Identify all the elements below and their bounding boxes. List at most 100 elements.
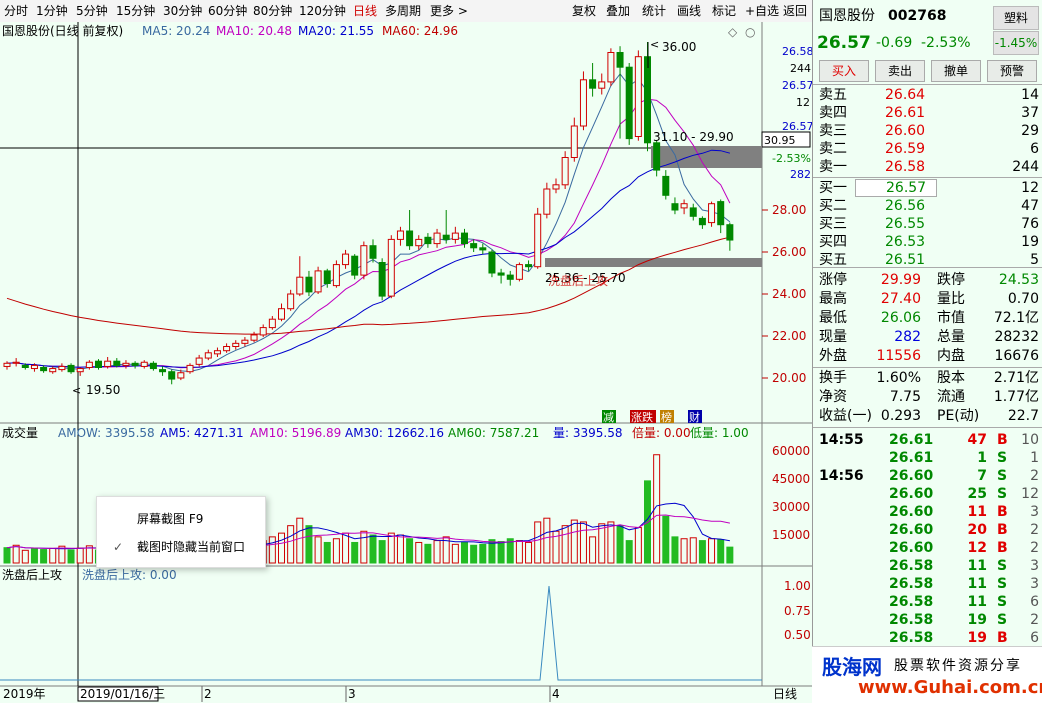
fin-value: 22.7 — [1007, 408, 1039, 424]
watermark-slogan: 股票软件资源分享 — [894, 658, 1022, 674]
tick-side: B — [997, 522, 1008, 538]
period-fenshi[interactable]: 分时 — [4, 3, 28, 19]
candle-body — [671, 203, 679, 211]
candle-body — [67, 364, 75, 373]
vol-tick: 60000 — [772, 444, 810, 458]
fin-value: 1.77亿 — [993, 389, 1039, 405]
period-daily[interactable]: 日线 — [353, 3, 377, 19]
candle-body — [717, 201, 725, 226]
period-5min[interactable]: 5分钟 — [76, 3, 108, 19]
alert-button[interactable]: 预警 — [987, 60, 1037, 82]
tag-rank[interactable]: 榜 — [661, 410, 672, 424]
overlay-button[interactable]: 叠加 — [606, 3, 630, 19]
candle-body — [378, 262, 386, 297]
period-multi[interactable]: 多周期 — [385, 3, 421, 19]
axis-price: 26.57 — [782, 120, 812, 133]
candle-body — [406, 230, 414, 247]
tick-price: 26.58 — [889, 612, 934, 628]
add-watchlist-button[interactable]: +自选 — [745, 3, 779, 19]
candle-body — [76, 368, 84, 373]
kline-chart-area[interactable]: 国恩股份(日线 前复权) MA5: 20.24 MA10: 20.48 MA20… — [0, 22, 812, 702]
fuquan-button[interactable]: 复权 — [572, 3, 596, 19]
volume-bar — [396, 534, 404, 564]
volume-bar — [515, 540, 523, 564]
diamond-icon[interactable]: ◇ — [728, 25, 738, 39]
volume-bar — [680, 538, 688, 564]
candle-body — [159, 369, 167, 373]
stat-value: 72.1亿 — [993, 310, 1039, 326]
sector-button[interactable]: 塑料 — [993, 6, 1039, 30]
candle-body — [625, 66, 633, 140]
volume-bar — [570, 519, 578, 564]
ask-level-label: 卖四 — [819, 105, 847, 121]
tick-price: 26.60 — [889, 540, 934, 556]
period-80min[interactable]: 80分钟 — [253, 3, 292, 19]
settings-circle-icon[interactable]: ○ — [745, 25, 755, 39]
period-more[interactable]: 更多 > — [430, 3, 468, 19]
signal-label: 洗盘后上攻 — [548, 273, 608, 288]
cancel-order-button[interactable]: 撤单 — [931, 60, 981, 82]
volume-bar — [534, 521, 542, 564]
draw-button[interactable]: 画线 — [677, 3, 701, 19]
stock-code: 002768 — [888, 8, 947, 24]
tag-finance[interactable]: 财 — [689, 410, 700, 424]
candle-body — [168, 371, 176, 380]
candle-body — [387, 238, 395, 297]
volume-bar — [30, 548, 38, 564]
fin-value: 2.71亿 — [993, 370, 1039, 386]
stat-value: 24.53 — [998, 272, 1039, 288]
candle-body — [204, 352, 212, 359]
period-30min[interactable]: 30分钟 — [163, 3, 202, 19]
tag-reduce[interactable]: 减 — [603, 411, 614, 424]
volume-bar — [387, 532, 395, 564]
back-button[interactable]: 返回 — [783, 3, 807, 19]
candle-body — [140, 361, 148, 367]
tick-side: S — [997, 450, 1008, 466]
tick-volume: 19 — [967, 612, 987, 628]
kline-title: 国恩股份(日线 前复权) — [2, 23, 123, 38]
volume-bar — [415, 541, 423, 564]
volume-bar — [433, 540, 441, 564]
price-change: -0.69 — [876, 35, 913, 51]
tick-count: 2 — [1030, 522, 1039, 538]
buy-button[interactable]: 买入 — [819, 60, 869, 82]
fin-label: PE(动) — [937, 408, 980, 424]
period-60min[interactable]: 60分钟 — [208, 3, 247, 19]
period-120min[interactable]: 120分钟 — [299, 3, 346, 19]
candle-body — [21, 364, 29, 368]
period-15min[interactable]: 15分钟 — [116, 3, 155, 19]
candle-body — [680, 203, 688, 209]
tick-price: 26.60 — [889, 468, 934, 484]
current-price: 26.57 — [817, 33, 871, 53]
candle-body — [653, 142, 661, 171]
tick-count: 2 — [1030, 540, 1039, 556]
candle-body — [12, 361, 20, 364]
tick-price: 26.60 — [889, 522, 934, 538]
tick-price: 26.60 — [889, 486, 934, 502]
stat-label: 最高 — [819, 291, 847, 307]
stat-label: 外盘 — [819, 348, 847, 364]
fin-label: 换手 — [819, 370, 847, 386]
stat-value: 282 — [894, 329, 921, 345]
stats-button[interactable]: 统计 — [642, 3, 666, 19]
candle-body — [525, 264, 533, 268]
cursor-price-label: 30.95 — [764, 134, 796, 147]
volume-bar — [378, 540, 386, 564]
candle-body — [195, 357, 203, 365]
volume-bar — [479, 543, 487, 564]
stat-value: 11556 — [876, 348, 921, 364]
period-1min[interactable]: 1分钟 — [36, 3, 68, 19]
bid-price: 26.55 — [885, 216, 926, 232]
menu-item-screenshot-label: 屏幕截图 F9 — [137, 512, 204, 526]
mark-button[interactable]: 标记 — [712, 3, 736, 19]
candle-body — [470, 243, 478, 249]
volume-bar — [461, 541, 468, 564]
menu-item-hide-window[interactable]: ✓ 截图时隐藏当前窗口 — [97, 534, 265, 560]
menu-item-screenshot[interactable]: 屏幕截图 F9 — [97, 506, 265, 532]
tag-rise-fall[interactable]: 涨跌 — [631, 410, 653, 424]
candle-body — [433, 232, 441, 245]
tick-side: S — [997, 558, 1008, 574]
sell-button[interactable]: 卖出 — [875, 60, 925, 82]
stat-value: 28232 — [994, 329, 1039, 345]
liang-label: 量: 3395.58 — [553, 426, 622, 440]
